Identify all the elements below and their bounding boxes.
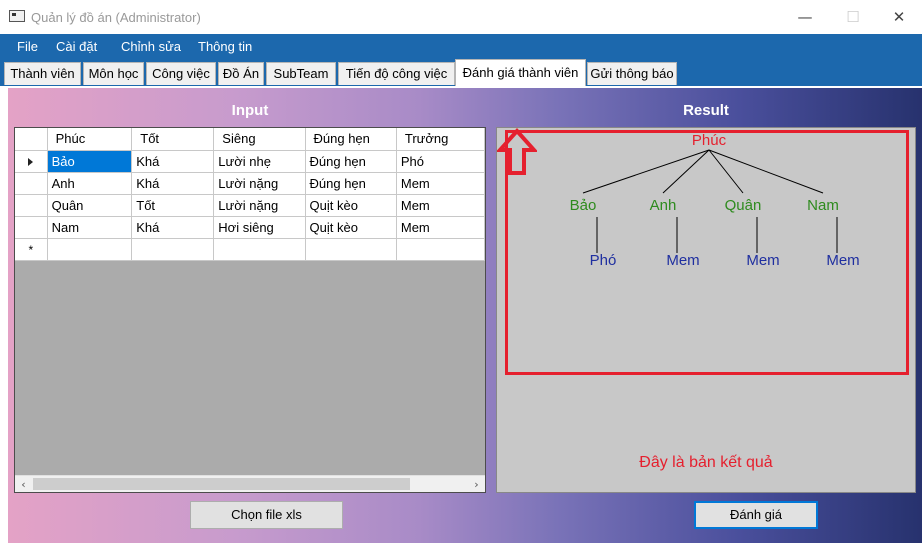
tree-child-node: Bảo bbox=[570, 197, 597, 214]
evaluation-panel: Input Result Phúc Tốt Siêng Đúng hẹn Trư… bbox=[8, 88, 922, 543]
result-panel: Phúc Bảo Phó Anh Mem Quân Mem Nam Mem Đây là bản… bbox=[496, 127, 916, 493]
column-header[interactable]: Trưởng bbox=[396, 128, 485, 151]
tree-root-node: Phúc bbox=[692, 132, 727, 149]
table-cell[interactable]: Khá bbox=[131, 172, 215, 195]
tree-edge bbox=[662, 149, 710, 194]
current-row-icon bbox=[28, 157, 34, 166]
menu-settings[interactable]: Cài đặt bbox=[56, 39, 97, 54]
close-button[interactable]: ✕ bbox=[876, 4, 922, 30]
corner-header bbox=[15, 128, 48, 151]
tree-child-node: Anh bbox=[650, 197, 677, 214]
horizontal-scrollbar[interactable]: ‹ › bbox=[15, 475, 485, 492]
table-cell[interactable]: Bảo bbox=[47, 150, 133, 173]
table-cell[interactable]: Mem bbox=[396, 216, 485, 239]
table-cell[interactable]: Tốt bbox=[131, 194, 215, 217]
table-cell[interactable]: Hơi siêng bbox=[213, 216, 306, 239]
result-note: Đây là bản kết quả bbox=[639, 454, 773, 471]
table-cell[interactable] bbox=[305, 238, 397, 261]
menu-bar: File Cài đặt Chỉnh sửa Thông tin bbox=[0, 34, 922, 59]
row-header[interactable] bbox=[15, 216, 48, 239]
tab-strip: Thành viên Môn học Công việc Đồ Án SubTe… bbox=[0, 59, 922, 86]
scroll-right-icon[interactable]: › bbox=[469, 477, 484, 492]
table-cell[interactable]: Khá bbox=[131, 216, 215, 239]
table-cell[interactable]: Nam bbox=[47, 216, 133, 239]
table-cell[interactable]: Quân bbox=[47, 194, 133, 217]
new-row-icon: * bbox=[28, 242, 34, 257]
row-header[interactable] bbox=[15, 172, 48, 195]
table-cell[interactable] bbox=[47, 238, 133, 261]
up-arrow-icon bbox=[497, 128, 537, 175]
table-cell[interactable]: Mem bbox=[396, 172, 485, 195]
data-table: Phúc Tốt Siêng Đúng hẹn Trưởng Bảo Khá L… bbox=[15, 128, 485, 261]
tab-progress[interactable]: Tiến độ công việc bbox=[338, 62, 455, 85]
column-header[interactable]: Phúc bbox=[47, 128, 133, 151]
tree-leaf-node: Mem bbox=[666, 252, 699, 269]
table-cell[interactable]: Lười nặng bbox=[213, 172, 306, 195]
table-cell[interactable] bbox=[213, 238, 306, 261]
table-cell[interactable]: Quịt kèo bbox=[305, 194, 397, 217]
header-row: Phúc Tốt Siêng Đúng hẹn Trưởng bbox=[15, 128, 485, 151]
tab-subjects[interactable]: Môn học bbox=[83, 62, 144, 85]
tab-tasks[interactable]: Công việc bbox=[146, 62, 216, 85]
tree-leaf-node: Mem bbox=[746, 252, 779, 269]
table-cell[interactable]: Anh bbox=[47, 172, 133, 195]
tree-leaf-node: Phó bbox=[590, 252, 617, 269]
tree-edge bbox=[582, 149, 710, 194]
window-title: Quản lý đồ án (Administrator) bbox=[31, 10, 201, 25]
maximize-button[interactable]: ☐ bbox=[830, 4, 876, 30]
row-header[interactable] bbox=[15, 150, 48, 173]
tree-child-node: Nam bbox=[807, 197, 839, 214]
table-cell[interactable] bbox=[131, 238, 215, 261]
table-cell[interactable]: Đúng hẹn bbox=[305, 150, 397, 173]
app-icon bbox=[9, 10, 25, 22]
table-cell[interactable]: Đúng hẹn bbox=[305, 172, 397, 195]
table-cell[interactable]: Khá bbox=[131, 150, 215, 173]
tab-member-evaluation[interactable]: Đánh giá thành viên bbox=[455, 59, 586, 86]
choose-file-button[interactable]: Chọn file xls bbox=[190, 501, 343, 529]
minimize-button[interactable]: — bbox=[782, 4, 828, 30]
column-header[interactable]: Siêng bbox=[213, 128, 306, 151]
input-title: Input bbox=[231, 102, 269, 119]
row-header[interactable]: * bbox=[15, 238, 48, 261]
menu-file[interactable]: File bbox=[17, 39, 38, 54]
table-cell[interactable] bbox=[396, 238, 485, 261]
result-tree: Phúc Bảo Phó Anh Mem Quân Mem Nam Mem bbox=[570, 132, 860, 269]
tab-send-notification[interactable]: Gửi thông báo bbox=[587, 62, 677, 85]
table-cell[interactable]: Lười nặng bbox=[213, 194, 306, 217]
tree-leaf-node: Mem bbox=[826, 252, 859, 269]
new-row[interactable]: * bbox=[15, 238, 485, 261]
table-cell[interactable]: Phó bbox=[396, 150, 485, 173]
scroll-left-icon[interactable]: ‹ bbox=[16, 477, 31, 492]
table-row[interactable]: Nam Khá Hơi siêng Quịt kèo Mem bbox=[15, 216, 485, 239]
title-bar: Quản lý đồ án (Administrator) — ☐ ✕ bbox=[0, 0, 922, 34]
input-data-grid[interactable]: Phúc Tốt Siêng Đúng hẹn Trưởng Bảo Khá L… bbox=[14, 127, 486, 493]
table-row[interactable]: Bảo Khá Lười nhẹ Đúng hẹn Phó bbox=[15, 150, 485, 173]
menu-edit[interactable]: Chỉnh sửa bbox=[121, 39, 181, 54]
row-header[interactable] bbox=[15, 194, 48, 217]
result-title: Result bbox=[683, 102, 729, 119]
scrollbar-thumb[interactable] bbox=[33, 478, 410, 490]
table-cell[interactable]: Lười nhẹ bbox=[213, 150, 306, 173]
tab-subteam[interactable]: SubTeam bbox=[266, 62, 336, 85]
table-row[interactable]: Quân Tốt Lười nặng Quịt kèo Mem bbox=[15, 194, 485, 217]
evaluate-button[interactable]: Đánh giá bbox=[694, 501, 818, 529]
tree-child-node: Quân bbox=[725, 197, 762, 214]
table-cell[interactable]: Mem bbox=[396, 194, 485, 217]
column-header[interactable]: Tốt bbox=[131, 128, 215, 151]
column-header[interactable]: Đúng hẹn bbox=[305, 128, 397, 151]
table-row[interactable]: Anh Khá Lười nặng Đúng hẹn Mem bbox=[15, 172, 485, 195]
tab-projects[interactable]: Đồ Án bbox=[218, 62, 264, 85]
table-cell[interactable]: Quịt kèo bbox=[305, 216, 397, 239]
tab-members[interactable]: Thành viên bbox=[4, 62, 81, 85]
menu-info[interactable]: Thông tin bbox=[198, 39, 252, 54]
